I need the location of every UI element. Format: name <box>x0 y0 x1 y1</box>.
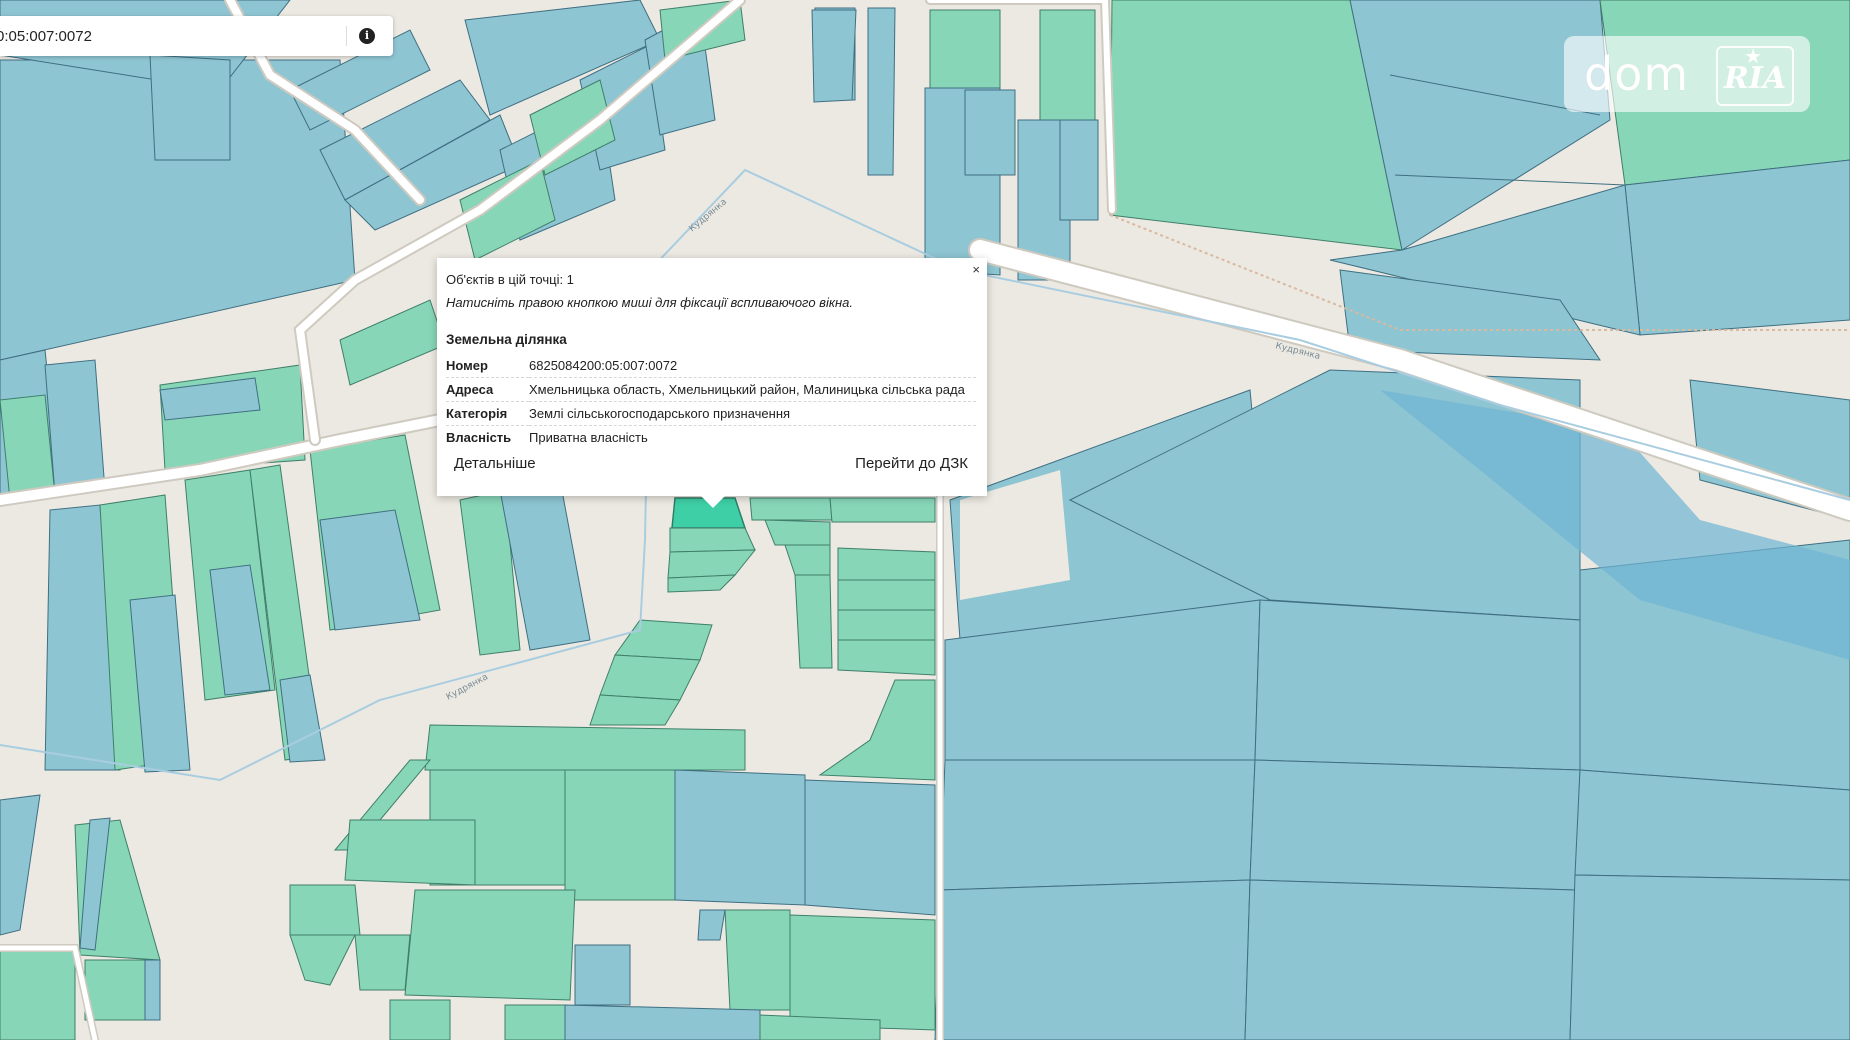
popup-pointer <box>701 496 725 508</box>
parcel[interactable] <box>929 9 1001 89</box>
parcel[interactable] <box>837 547 936 581</box>
attribute-row: Власність Приватна власність <box>446 426 976 450</box>
parcel[interactable] <box>794 574 833 669</box>
attribute-value: Землі сільськогосподарського призначення <box>529 401 976 426</box>
parcel[interactable] <box>759 1014 881 1040</box>
parcel[interactable] <box>149 54 231 161</box>
star-icon: ★ <box>1744 46 1762 68</box>
parcel[interactable] <box>818 679 936 781</box>
parcel[interactable] <box>1244 879 1576 1040</box>
parcel[interactable] <box>44 359 106 496</box>
parcel[interactable] <box>564 1004 761 1040</box>
parcel[interactable] <box>84 959 151 1021</box>
cadastral-map[interactable]: Кудрянка Кудрянка Кудрянка <box>0 0 1850 1040</box>
parcel[interactable] <box>614 619 713 661</box>
parcel[interactable] <box>599 654 701 701</box>
parcel[interactable] <box>829 497 936 523</box>
parcel[interactable] <box>1039 9 1096 121</box>
attribute-key: Категорія <box>446 401 529 426</box>
parcel[interactable] <box>934 879 1251 1040</box>
parcel[interactable] <box>564 769 676 901</box>
popup-hint: Натисніть правою кнопкою миші для фіксац… <box>446 295 853 310</box>
parcel[interactable] <box>784 544 831 576</box>
parcel[interactable] <box>667 574 737 593</box>
go-to-dzk-button[interactable]: Перейти до ДЗК <box>847 448 976 480</box>
parcel[interactable] <box>837 609 936 641</box>
parcel[interactable] <box>1624 159 1850 336</box>
parcel[interactable] <box>0 794 41 936</box>
parcel[interactable] <box>697 909 726 941</box>
attribute-row: Адреса Хмельницька область, Хмельницький… <box>446 377 976 402</box>
parcel[interactable] <box>389 999 451 1040</box>
parcel[interactable] <box>939 759 1256 891</box>
parcel[interactable] <box>837 639 936 676</box>
parcel[interactable] <box>1574 769 1850 881</box>
parcel[interactable] <box>804 779 936 916</box>
street-label: Кудрянка <box>688 197 730 234</box>
attribute-value: Хмельницька область, Хмельницький район,… <box>529 377 976 402</box>
attribute-row: Категорія Землі сільськогосподарського п… <box>446 401 976 426</box>
objects-count: Об'єктів в цій точці: 1 <box>446 272 574 287</box>
parcel[interactable] <box>424 724 746 771</box>
parcel[interactable] <box>574 944 631 1006</box>
parcel[interactable] <box>1059 119 1099 221</box>
parcel[interactable] <box>749 497 833 521</box>
parcel[interactable] <box>589 694 681 726</box>
parcel-attributes: Номер 6825084200:05:007:0072 Адреса Хмел… <box>446 354 976 449</box>
parcel[interactable] <box>354 934 411 991</box>
parcel[interactable] <box>1569 874 1850 1040</box>
attribute-value: Приватна власність <box>529 430 648 445</box>
dom-ria-logo: dom RIA ★ <box>1564 36 1810 112</box>
parcel[interactable] <box>404 889 576 1001</box>
parcel[interactable] <box>0 944 76 1040</box>
parcel[interactable] <box>144 959 161 1021</box>
attribute-value: 6825084200:05:007:0072 <box>529 354 976 378</box>
parcel[interactable] <box>724 909 791 1011</box>
attribute-key: Номер <box>446 354 529 378</box>
cadastral-search-input[interactable] <box>0 27 336 45</box>
section-title: Земельна ділянка <box>446 332 567 347</box>
parcel[interactable] <box>669 527 756 553</box>
parcel[interactable] <box>964 89 1016 176</box>
parcel[interactable] <box>811 9 857 103</box>
parcel[interactable] <box>289 884 361 936</box>
parcel[interactable] <box>667 549 757 579</box>
parcel[interactable] <box>837 579 936 611</box>
attribute-key: Адреса <box>446 377 529 402</box>
parcel[interactable] <box>344 819 476 886</box>
parcel[interactable] <box>504 1004 566 1040</box>
logo-dom-text: dom <box>1584 47 1690 101</box>
parcel[interactable] <box>789 914 936 1031</box>
search-bar: i <box>0 16 393 56</box>
parcel[interactable] <box>1254 599 1581 771</box>
parcel[interactable] <box>674 769 806 906</box>
attribute-row: Номер 6825084200:05:007:0072 <box>446 354 976 378</box>
parcel[interactable] <box>0 394 56 501</box>
info-icon[interactable]: i <box>359 28 375 44</box>
details-button[interactable]: Детальніше <box>446 448 544 480</box>
parcel[interactable] <box>1249 759 1581 891</box>
parcel[interactable] <box>764 519 831 546</box>
parcel-info-popup: × Об'єктів в цій точці: 1 Натисніть прав… <box>437 258 987 508</box>
parcel[interactable] <box>289 934 356 986</box>
close-icon[interactable]: × <box>972 262 980 277</box>
parcel[interactable] <box>339 299 446 386</box>
search-divider <box>346 26 347 46</box>
attribute-key: Власність <box>446 430 512 445</box>
parcel[interactable] <box>867 7 896 176</box>
